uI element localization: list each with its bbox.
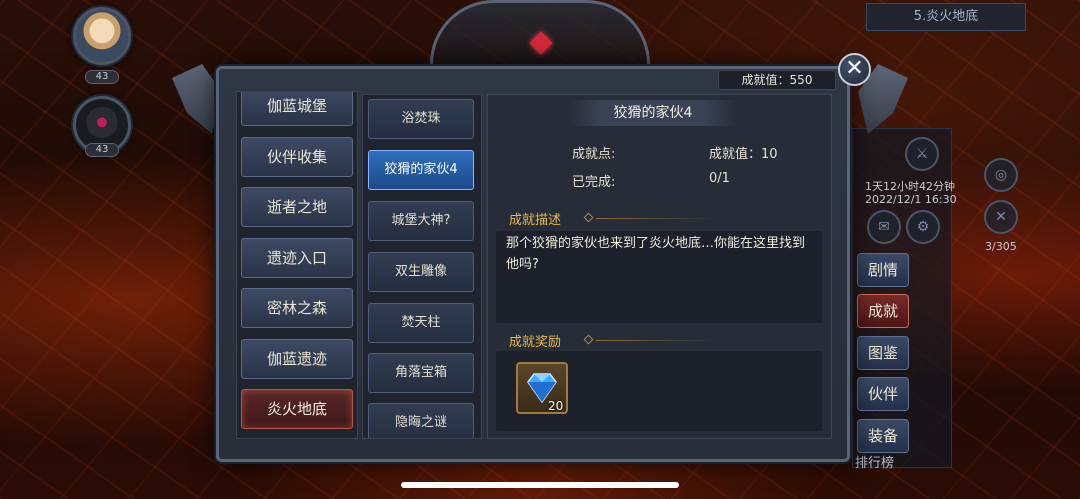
sword-icon[interactable]: ⚔ [905, 137, 939, 171]
stage-title: 5.炎火地底 [866, 3, 1026, 31]
achievement-item[interactable]: 隐晦之谜 [368, 403, 474, 438]
side-button-equipment[interactable]: 装备 [857, 419, 909, 453]
description-heading: 成就描述 [509, 213, 562, 228]
achievement-title: 狡猾的家伙4 [568, 100, 738, 126]
gear-icon[interactable]: ⚙ [906, 210, 940, 244]
completed-label: 已完成: [572, 175, 616, 190]
achievement-item[interactable]: 浴焚珠 [368, 99, 474, 139]
achievement-item[interactable]: 双生雕像 [368, 252, 474, 292]
reward-count: 20 [548, 399, 564, 413]
divider-line [596, 340, 716, 341]
achievement-item[interactable]: 城堡大神? [368, 201, 474, 241]
region-item[interactable]: 逝者之地 [241, 187, 353, 227]
description-text: 那个狡猾的家伙也来到了炎火地底…你能在这里找到他吗? [506, 236, 806, 272]
divider-line [596, 218, 716, 219]
value-label: 成就值：10 [709, 147, 778, 162]
side-button-codex[interactable]: 图鉴 [857, 336, 909, 370]
target-icon[interactable]: ◎ [984, 158, 1018, 192]
close-button[interactable]: ✕ [838, 53, 871, 86]
achievement-item-selected[interactable]: 狡猾的家伙4 [368, 150, 474, 190]
mail-icon[interactable]: ✉ [867, 210, 901, 244]
crossed-swords-icon[interactable]: ✕ [984, 200, 1018, 234]
achievement-item[interactable]: 焚天柱 [368, 303, 474, 343]
region-item[interactable]: 伽蓝城堡 [241, 92, 353, 126]
party-level-2: 43 [85, 143, 119, 157]
ruby-gem-icon [529, 31, 553, 55]
party-avatar-1[interactable] [73, 7, 131, 65]
completed-value: 0/1 [709, 171, 730, 186]
region-item[interactable]: 伽蓝遗迹 [241, 339, 353, 379]
top-ornament [430, 0, 650, 64]
achievement-item[interactable]: 角落宝箱 [368, 353, 474, 393]
home-indicator[interactable] [401, 482, 679, 488]
region-item[interactable]: 遗迹入口 [241, 238, 353, 278]
rank-label[interactable]: 排行榜 [855, 452, 894, 471]
achievement-score: 成就值：550 [718, 70, 836, 90]
timer-text: 1天12小时42分钟 [865, 180, 955, 193]
region-item-selected[interactable]: 炎火地底 [241, 389, 353, 429]
points-label: 成就点: [572, 147, 616, 162]
side-button-story[interactable]: 剧情 [857, 253, 909, 287]
side-button-partner[interactable]: 伙伴 [857, 377, 909, 411]
party-level-1: 43 [85, 70, 119, 84]
region-item[interactable]: 密林之森 [241, 288, 353, 328]
achievement-list[interactable]: 浴焚珠 狡猾的家伙4 城堡大神? 双生雕像 焚天柱 角落宝箱 隐晦之谜 [362, 94, 482, 439]
region-item[interactable]: 伙伴收集 [241, 137, 353, 177]
side-button-achievement[interactable]: 成就 [857, 294, 909, 328]
counter-text: 3/305 [985, 240, 1017, 253]
region-list[interactable]: 伽蓝城堡 伙伴收集 逝者之地 遗迹入口 密林之森 伽蓝遗迹 炎火地底 [236, 91, 358, 439]
reward-heading: 成就奖励 [509, 335, 562, 350]
date-text: 2022/12/1 16:30 [865, 193, 957, 206]
